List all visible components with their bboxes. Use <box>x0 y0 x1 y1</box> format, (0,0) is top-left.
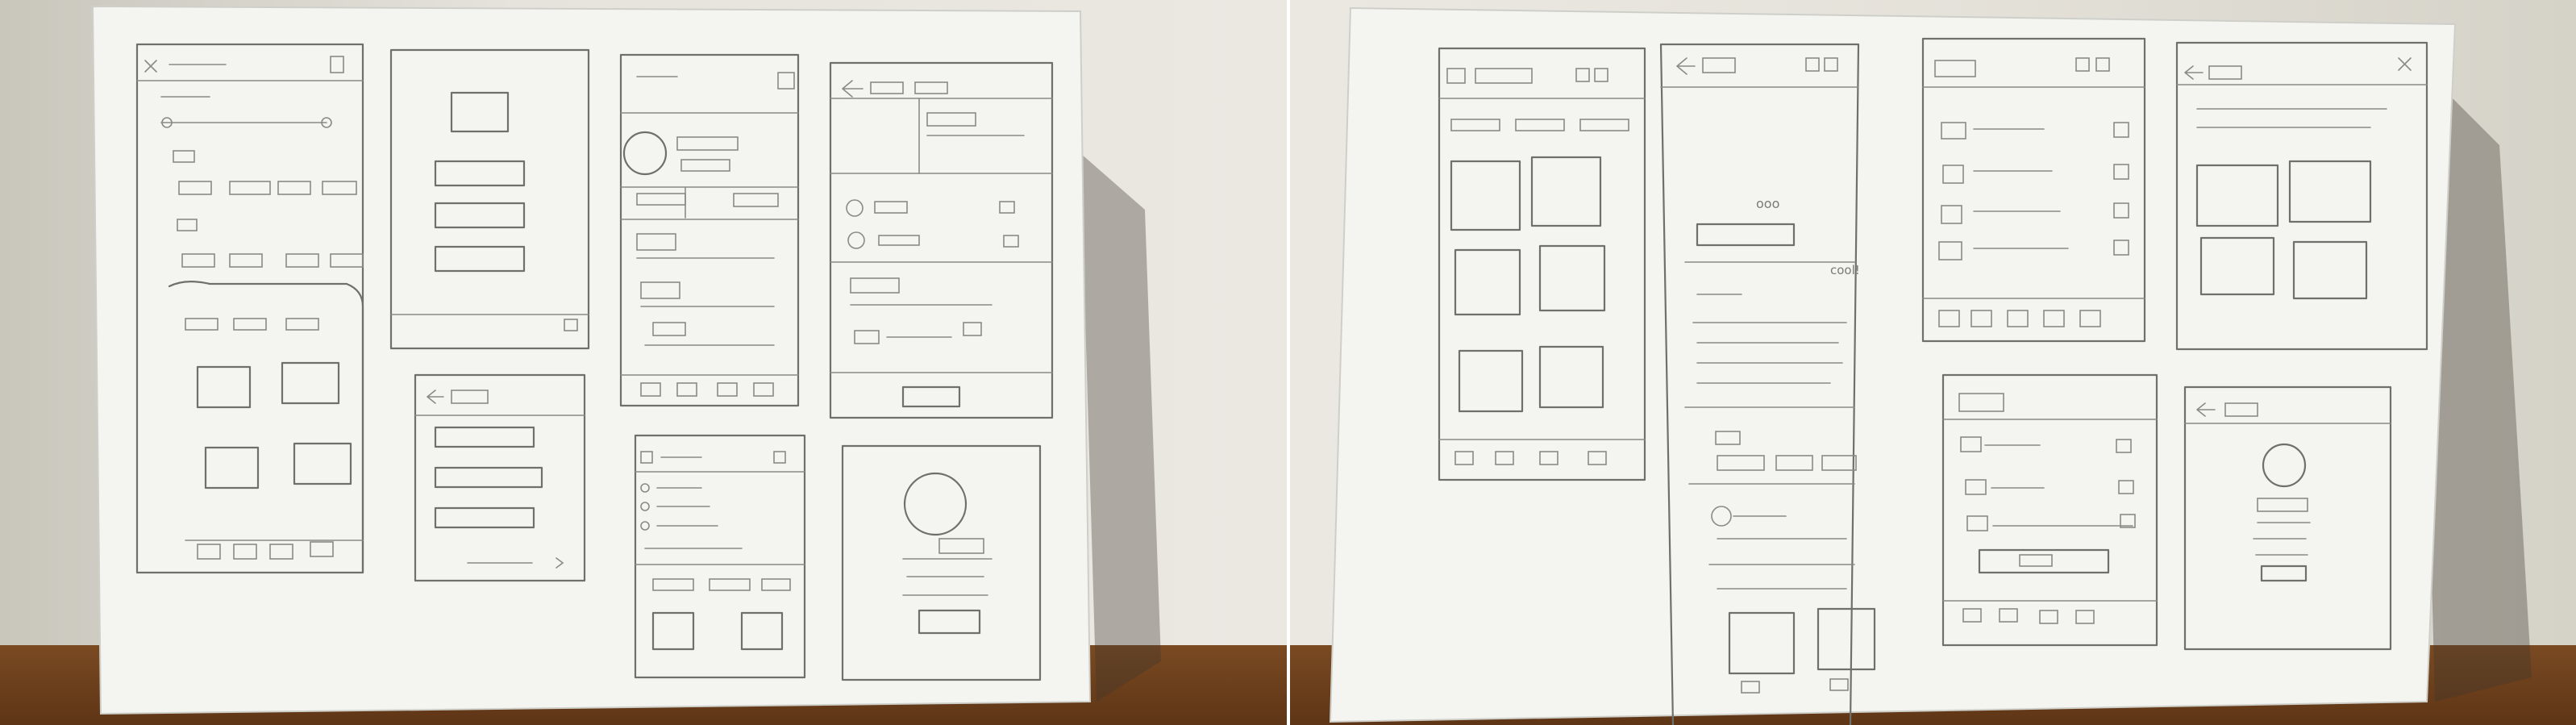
handwritten-note: cool! <box>1830 263 1860 277</box>
right-photo: ooo cool! <box>1290 0 2576 725</box>
left-photo-canvas <box>91 5 1161 715</box>
svg-text:ooo: ooo <box>1756 196 1779 211</box>
left-photo <box>0 0 1287 725</box>
right-photo-canvas: ooo cool! <box>1329 6 2532 725</box>
paper-sheet-right <box>1329 6 2457 723</box>
paper-shadow <box>1080 153 1161 702</box>
